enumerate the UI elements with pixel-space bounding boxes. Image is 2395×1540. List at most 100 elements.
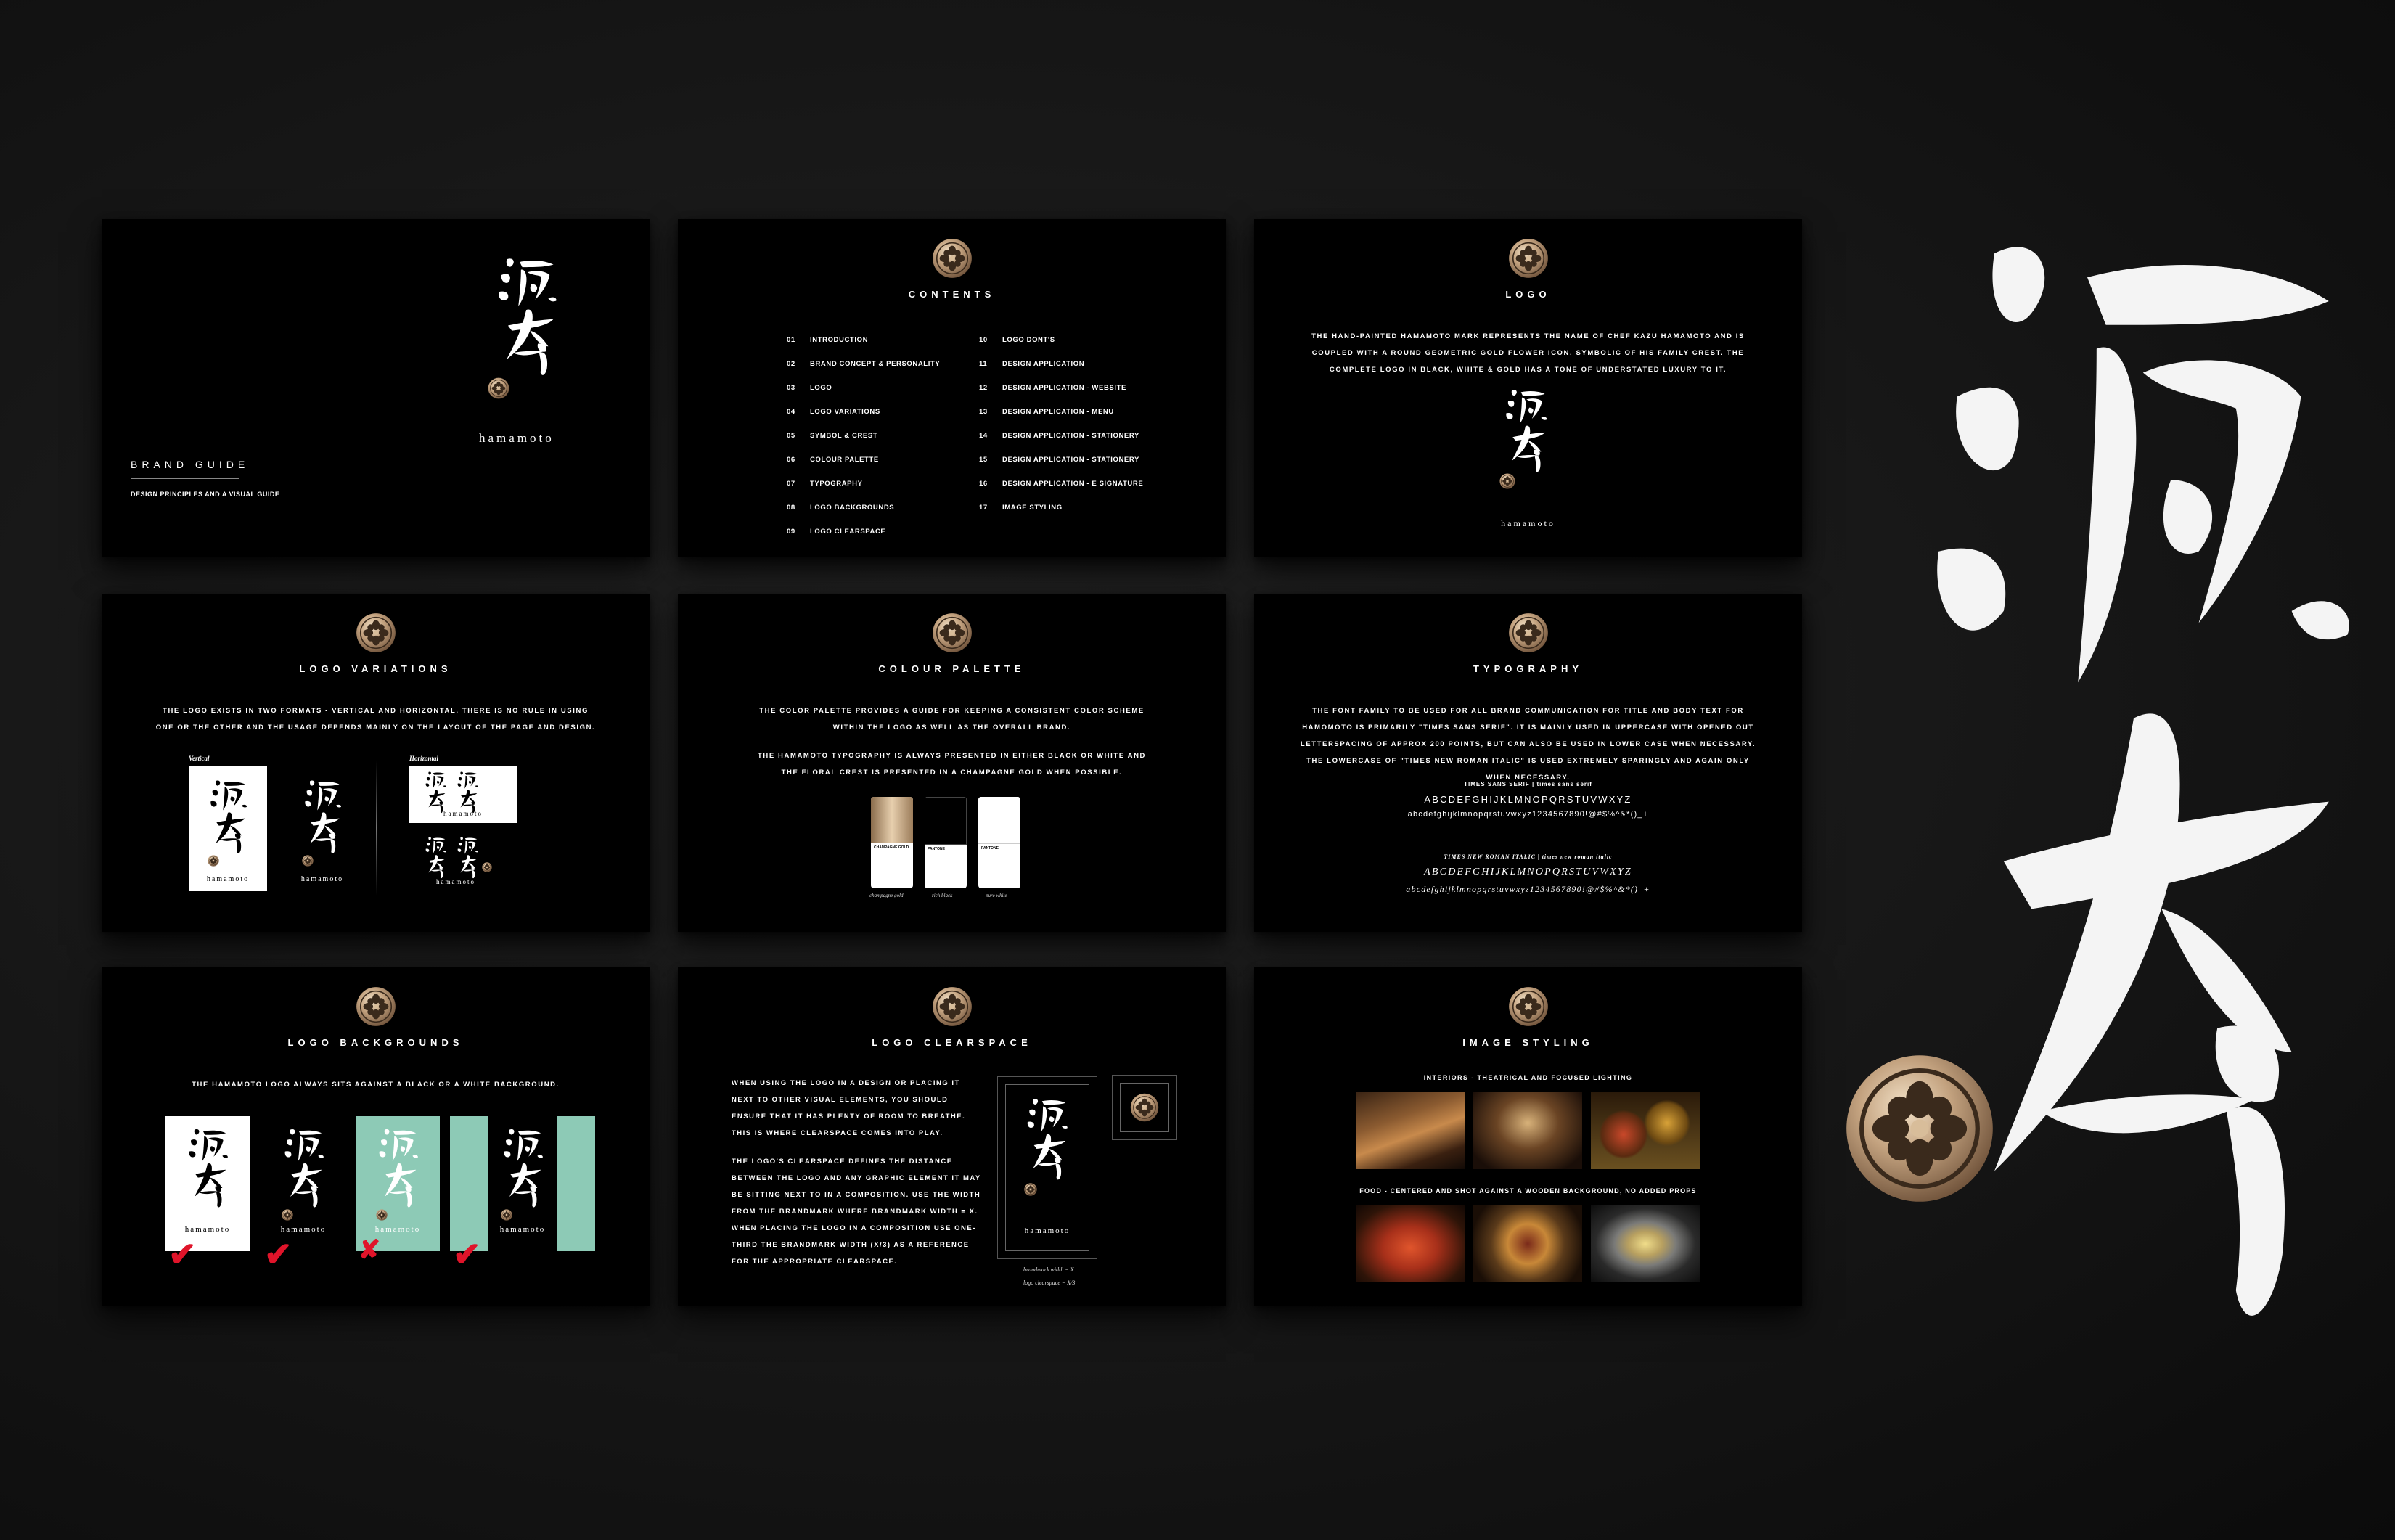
interiors-caption: INTERIORS - THEATRICAL AND FOCUSED LIGHT… [1423,1074,1633,1081]
list-item[interactable]: 01 INTRODUCTION [787,328,940,352]
cover-subtitle: DESIGN PRINCIPLES AND A VISUAL GUIDE [131,491,280,498]
interior-photo [1473,1092,1582,1169]
swatch-label: PANTONE [981,846,999,851]
list-item[interactable]: 14 DESIGN APPLICATION - STATIONERY [979,424,1143,448]
food-caption: FOOD - CENTERED AND SHOT AGAINST A WOODE… [1359,1187,1697,1195]
serif-lowercase-sample: abcdefghijklmnopqrstuvwxyz1234567890!@#$… [1406,884,1650,894]
wordmark: hamamoto [280,1225,327,1234]
wordmark: hamamoto [374,1225,421,1234]
list-item[interactable]: 12 DESIGN APPLICATION - WEBSITE [979,376,1143,400]
list-item[interactable]: 06 COLOUR PALETTE [787,448,940,472]
clearspace-note: brandmark width = X [1023,1266,1074,1273]
slide-title: LOGO [1505,289,1551,300]
slide-body: THE COLOR PALETTE PROVIDES A GUIDE FOR K… [758,703,1146,792]
list-item[interactable]: 03 LOGO [787,376,940,400]
swatch-gold: CHAMPAGNE GOLD [871,797,913,888]
slide-title: TYPOGRAPHY [1473,663,1583,674]
brush-logo [454,836,480,880]
slide-body: THE FONT FAMILY TO BE USED FOR ALL BRAND… [1300,707,1756,782]
black-sample [925,797,967,845]
large-crest-icon [1843,1052,1996,1205]
crest-icon [208,855,219,867]
list-item[interactable]: 17 IMAGE STYLING [979,496,1143,520]
crest-icon [488,377,509,399]
horizontal-logo-black: hamamoto [409,833,517,891]
wordmark: hamamoto [479,431,554,445]
crest-icon [932,238,973,279]
slide-body: THE LOGO EXISTS IN TWO FORMATS - VERTICA… [155,707,596,732]
food-photo [1473,1205,1582,1282]
horizontal-logo-white: hamamoto [409,766,517,823]
list-item[interactable]: 15 DESIGN APPLICATION - STATIONERY [979,448,1143,472]
palette-body-2: THE HAMAMOTO TYPOGRAPHY IS ALWAYS PRESEN… [758,752,1146,777]
clearspace-p2: THE LOGO'S CLEARSPACE DEFINES THE DISTAN… [732,1158,981,1266]
brush-logo [208,777,248,858]
gold-sample [871,797,913,843]
serif-uppercase-sample: ABCDEFGHIJKLMNOPQRSTUVWXYZ [1424,867,1632,877]
crest-icon [356,613,396,653]
list-item[interactable]: 09 LOGO CLEARSPACE [787,520,940,544]
horizontal-label: Horizontal [409,755,439,762]
list-item[interactable]: 16 DESIGN APPLICATION - E SIGNATURE [979,472,1143,496]
vertical-logo-black: hamamoto [283,766,361,891]
brush-logo [186,1125,229,1212]
serif-label: TIMES NEW ROMAN ITALIC | times new roman… [1444,853,1613,860]
crest-icon [1130,1093,1159,1122]
slide-title: CONTENTS [908,289,996,300]
white-sample [978,797,1020,844]
brush-logo [302,777,343,858]
brush-logo [282,1125,325,1212]
crest-icon [1508,613,1549,653]
contents-list-right: 10 LOGO DONT'S 11 DESIGN APPLICATION 12 DES… [979,328,1143,520]
list-item[interactable]: 10 LOGO DONT'S [979,328,1143,352]
brush-logo [422,836,449,880]
list-item[interactable]: 05 SYMBOL & CREST [787,424,940,448]
list-item[interactable]: 04 LOGO VARIATIONS [787,400,940,424]
slide-logo: LOGO THE HAND-PAINTED HAMAMOTO MARK REPR… [1254,219,1802,557]
crest-icon [501,1209,512,1221]
brush-logo [376,1125,419,1212]
wordmark: hamamoto [184,1225,231,1234]
slide-title: LOGO VARIATIONS [299,663,452,674]
crest-icon [356,986,396,1027]
list-item[interactable]: 02 BRAND CONCEPT & PERSONALITY [787,352,940,376]
wordmark: hamamoto [206,875,250,883]
check-mark-icon: ✔ [168,1235,197,1273]
brush-logo [501,1125,544,1212]
list-item[interactable]: 07 TYPOGRAPHY [787,472,940,496]
crest-icon [482,862,492,872]
crest-clearspace-diagram [1112,1075,1177,1140]
divider [131,478,239,479]
clearspace-text: WHEN USING THE LOGO IN A DESIGN OR PLACI… [732,1075,982,1270]
logo-on-white: hamamoto [165,1116,250,1251]
list-item[interactable]: 13 DESIGN APPLICATION - MENU [979,400,1143,424]
list-item[interactable]: 11 DESIGN APPLICATION [979,352,1143,376]
swatch-label: CHAMPAGNE GOLD [874,845,909,850]
wordmark: hamamoto [1501,518,1555,528]
brush-logo [454,771,480,814]
crest-icon [1024,1183,1037,1196]
swatch-black: PANTONE [925,797,967,888]
wordmark: hamamoto [1024,1226,1070,1235]
cover-title: BRAND GUIDE [131,459,250,470]
slide-image-styling: IMAGE STYLING INTERIORS - THEATRICAL AND… [1254,967,1802,1306]
list-item[interactable]: 08 LOGO BACKGROUNDS [787,496,940,520]
brush-logo [494,255,559,379]
swatch-caption: rich black [932,893,953,898]
wordmark: hamamoto [443,810,483,817]
slide-body: THE HAND-PAINTED HAMAMOTO MARK REPRESENT… [1311,332,1745,374]
check-mark-icon: ✔ [453,1235,481,1273]
food-photo [1356,1205,1465,1282]
crest-icon [932,613,973,653]
crest-icon [376,1209,388,1221]
food-table-photo [1591,1092,1700,1169]
slide-cover: hamamoto BRAND GUIDE DESIGN PRINCIPLES A… [102,219,650,557]
swatch-caption: pure white [986,893,1007,898]
swatch-caption: champagne gold [869,893,904,898]
sans-lowercase-sample: abcdefghijklmnopqrstuvwxyz1234567890!@#$… [1407,810,1649,819]
vertical-logo-white: hamamoto [189,766,267,891]
vertical-label: Vertical [189,755,210,762]
slide-title: LOGO BACKGROUNDS [287,1037,464,1048]
sans-label: TIMES SANS SERIF | times sans serif [1464,781,1592,787]
cross-mark-icon: ✘ [359,1234,381,1264]
